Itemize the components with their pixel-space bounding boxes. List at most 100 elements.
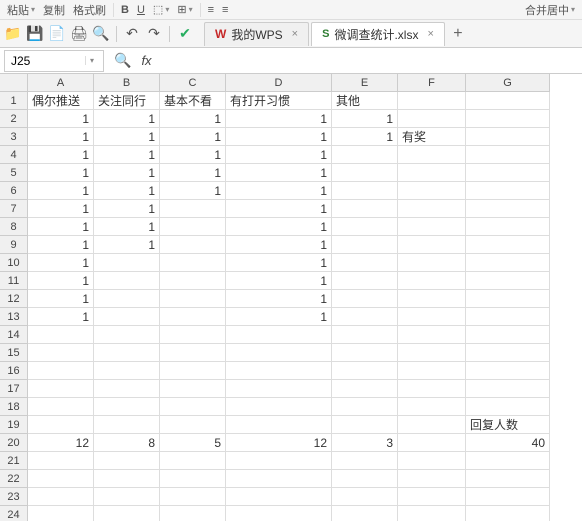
cell-B1[interactable]: 关注同行: [94, 92, 160, 110]
cell-C12[interactable]: [160, 290, 226, 308]
row-header-10[interactable]: 10: [0, 254, 28, 272]
cell-D14[interactable]: [226, 326, 332, 344]
cell-A9[interactable]: 1: [28, 236, 94, 254]
cell-G13[interactable]: [466, 308, 550, 326]
merge-center-button[interactable]: 合并居中▾: [522, 2, 578, 18]
cell-A10[interactable]: 1: [28, 254, 94, 272]
cell-B24[interactable]: [94, 506, 160, 521]
row-header-24[interactable]: 24: [0, 506, 28, 521]
cell-G6[interactable]: [466, 182, 550, 200]
cell-C7[interactable]: [160, 200, 226, 218]
row-header-13[interactable]: 13: [0, 308, 28, 326]
cell-C17[interactable]: [160, 380, 226, 398]
cell-C8[interactable]: [160, 218, 226, 236]
cell-B10[interactable]: [94, 254, 160, 272]
cell-A24[interactable]: [28, 506, 94, 521]
cell-G15[interactable]: [466, 344, 550, 362]
cell-G2[interactable]: [466, 110, 550, 128]
cell-F23[interactable]: [398, 488, 466, 506]
cell-E11[interactable]: [332, 272, 398, 290]
cell-D9[interactable]: 1: [226, 236, 332, 254]
check-icon[interactable]: ✔: [176, 25, 194, 43]
cell-F15[interactable]: [398, 344, 466, 362]
cell-D4[interactable]: 1: [226, 146, 332, 164]
cell-B9[interactable]: 1: [94, 236, 160, 254]
cell-B5[interactable]: 1: [94, 164, 160, 182]
cell-F18[interactable]: [398, 398, 466, 416]
cell-F14[interactable]: [398, 326, 466, 344]
cell-E24[interactable]: [332, 506, 398, 521]
cell-C13[interactable]: [160, 308, 226, 326]
cell-G24[interactable]: [466, 506, 550, 521]
cell-C18[interactable]: [160, 398, 226, 416]
cell-F12[interactable]: [398, 290, 466, 308]
cell-D17[interactable]: [226, 380, 332, 398]
cell-E6[interactable]: [332, 182, 398, 200]
cell-D21[interactable]: [226, 452, 332, 470]
cell-D18[interactable]: [226, 398, 332, 416]
underline-button[interactable]: U: [134, 4, 148, 16]
cell-E17[interactable]: [332, 380, 398, 398]
cell-E7[interactable]: [332, 200, 398, 218]
cell-D10[interactable]: 1: [226, 254, 332, 272]
cell-D23[interactable]: [226, 488, 332, 506]
cell-C14[interactable]: [160, 326, 226, 344]
cell-D22[interactable]: [226, 470, 332, 488]
cell-A21[interactable]: [28, 452, 94, 470]
cell-E10[interactable]: [332, 254, 398, 272]
name-box-input[interactable]: [5, 54, 85, 68]
cell-D3[interactable]: 1: [226, 128, 332, 146]
row-header-20[interactable]: 20: [0, 434, 28, 452]
align-left-button[interactable]: ≡: [205, 4, 217, 16]
cell-D24[interactable]: [226, 506, 332, 521]
cell-B18[interactable]: [94, 398, 160, 416]
cell-D2[interactable]: 1: [226, 110, 332, 128]
column-header-B[interactable]: B: [94, 74, 160, 92]
new-tab-button[interactable]: +: [447, 23, 469, 45]
align-center-button[interactable]: ≡: [219, 4, 231, 16]
spreadsheet-grid[interactable]: ABCDEFG 12345678910111213141516171819202…: [0, 74, 582, 521]
cell-G16[interactable]: [466, 362, 550, 380]
cell-F9[interactable]: [398, 236, 466, 254]
cell-C24[interactable]: [160, 506, 226, 521]
cell-C6[interactable]: 1: [160, 182, 226, 200]
cell-E14[interactable]: [332, 326, 398, 344]
cell-B19[interactable]: [94, 416, 160, 434]
cell-D11[interactable]: 1: [226, 272, 332, 290]
column-header-D[interactable]: D: [226, 74, 332, 92]
cell-F4[interactable]: [398, 146, 466, 164]
fx-label[interactable]: fx: [141, 53, 151, 68]
print-preview-icon[interactable]: 🔍: [92, 25, 110, 43]
cell-F2[interactable]: [398, 110, 466, 128]
cell-D5[interactable]: 1: [226, 164, 332, 182]
cell-C4[interactable]: 1: [160, 146, 226, 164]
cell-E1[interactable]: 其他: [332, 92, 398, 110]
row-header-19[interactable]: 19: [0, 416, 28, 434]
cell-F5[interactable]: [398, 164, 466, 182]
cell-E8[interactable]: [332, 218, 398, 236]
open-icon[interactable]: 📁: [4, 25, 22, 43]
cell-B7[interactable]: 1: [94, 200, 160, 218]
cell-F13[interactable]: [398, 308, 466, 326]
row-header-8[interactable]: 8: [0, 218, 28, 236]
cell-G19[interactable]: 回复人数: [466, 416, 550, 434]
cell-F20[interactable]: [398, 434, 466, 452]
cell-A15[interactable]: [28, 344, 94, 362]
cell-C16[interactable]: [160, 362, 226, 380]
cell-E2[interactable]: 1: [332, 110, 398, 128]
row-header-21[interactable]: 21: [0, 452, 28, 470]
cell-D20[interactable]: 12: [226, 434, 332, 452]
zoom-icon[interactable]: 🔍: [114, 52, 131, 69]
cell-D19[interactable]: [226, 416, 332, 434]
cell-G8[interactable]: [466, 218, 550, 236]
cell-B8[interactable]: 1: [94, 218, 160, 236]
border-button[interactable]: ⊞▾: [174, 3, 195, 16]
cell-F1[interactable]: [398, 92, 466, 110]
row-header-3[interactable]: 3: [0, 128, 28, 146]
cell-E9[interactable]: [332, 236, 398, 254]
cell-E20[interactable]: 3: [332, 434, 398, 452]
row-header-16[interactable]: 16: [0, 362, 28, 380]
cell-F19[interactable]: [398, 416, 466, 434]
cell-C10[interactable]: [160, 254, 226, 272]
column-header-G[interactable]: G: [466, 74, 550, 92]
